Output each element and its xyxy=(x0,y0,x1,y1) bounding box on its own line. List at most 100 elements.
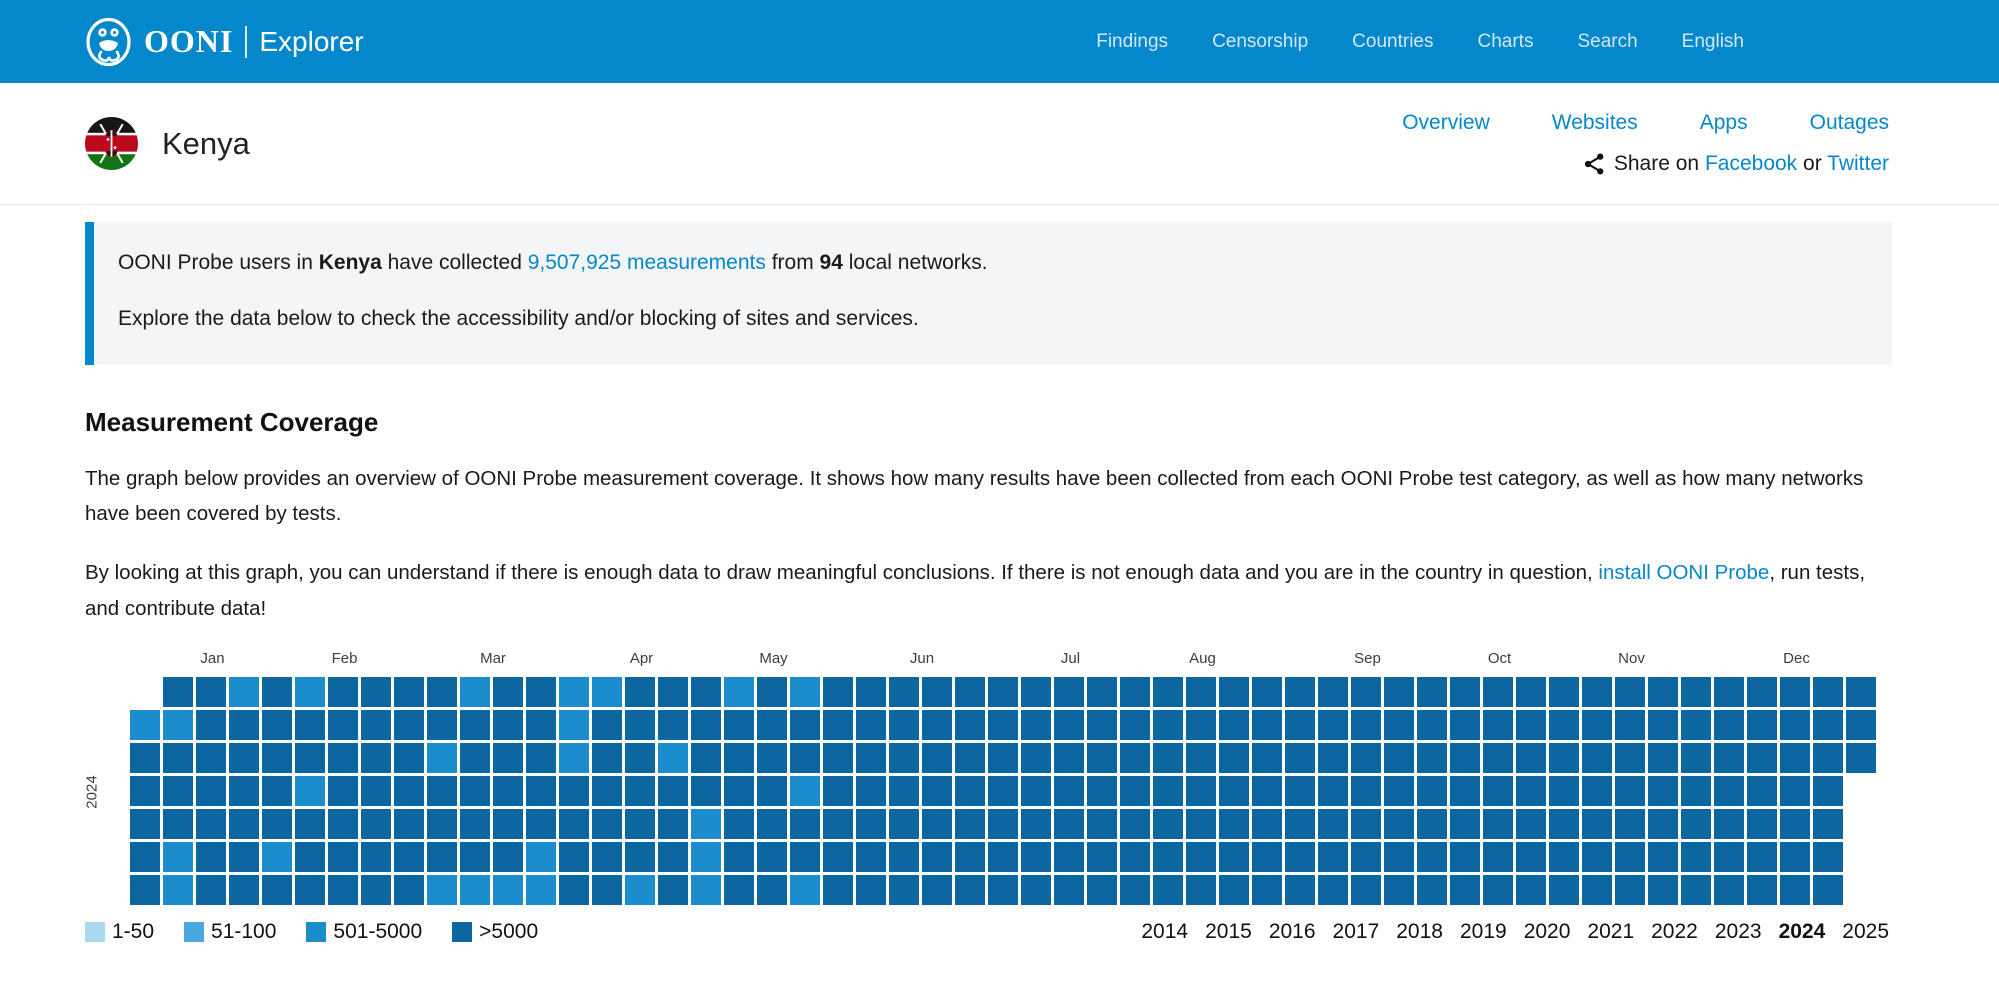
year-option-2020[interactable]: 2020 xyxy=(1524,920,1571,944)
text-link[interactable]: install OONI Probe xyxy=(1598,561,1769,584)
heatmap-day-cell xyxy=(1417,743,1447,773)
heatmap-day-cell xyxy=(1186,710,1216,740)
year-option-2014[interactable]: 2014 xyxy=(1141,920,1188,944)
heatmap-day-cell xyxy=(1252,677,1282,707)
heatmap-day-cell xyxy=(823,677,853,707)
heatmap-day-cell xyxy=(1714,776,1744,806)
heatmap-day-cell xyxy=(328,710,358,740)
heatmap-day-cell xyxy=(922,677,952,707)
year-option-2022[interactable]: 2022 xyxy=(1651,920,1698,944)
heatmap-day-cell xyxy=(1780,776,1810,806)
heatmap-day-cell xyxy=(1450,809,1480,839)
heatmap-day-cell xyxy=(1120,875,1150,905)
nav-item-charts[interactable]: Charts xyxy=(1478,31,1534,53)
text-link[interactable]: 9,507,925 measurements xyxy=(528,251,766,274)
heatmap-day-cell xyxy=(1615,875,1645,905)
tab-websites[interactable]: Websites xyxy=(1552,111,1638,135)
heatmap-day-cell xyxy=(922,776,952,806)
year-option-2023[interactable]: 2023 xyxy=(1715,920,1762,944)
heatmap-day-cell xyxy=(1087,743,1117,773)
chart-footer: 1-5051-100501-5000>5000 2014 2015 2016 2017… xyxy=(85,920,1889,944)
heatmap-day-cell xyxy=(658,677,688,707)
year-option-2021[interactable]: 2021 xyxy=(1587,920,1634,944)
nav-item-countries[interactable]: Countries xyxy=(1352,31,1433,53)
tab-apps[interactable]: Apps xyxy=(1700,111,1748,135)
month-label-dec: Dec xyxy=(1783,650,1810,667)
heatmap-day-cell xyxy=(1747,809,1777,839)
heatmap-day-cell xyxy=(823,776,853,806)
heatmap-day-cell xyxy=(1681,809,1711,839)
heatmap-day-cell xyxy=(1087,677,1117,707)
heatmap-day-cell xyxy=(427,677,457,707)
text-link[interactable]: Facebook xyxy=(1705,152,1797,175)
heatmap-day-cell xyxy=(856,776,886,806)
nav-links: Findings Censorship Countries Charts Search E… xyxy=(1096,31,1744,53)
year-option-2019[interactable]: 2019 xyxy=(1460,920,1507,944)
brand[interactable]: OONI Explorer xyxy=(85,17,364,67)
heatmap-day-cell xyxy=(856,710,886,740)
heatmap-grid: 2024 xyxy=(130,677,1876,908)
heatmap-day-cell xyxy=(1186,875,1216,905)
heatmap-day-cell xyxy=(262,710,292,740)
heatmap-day-cell xyxy=(592,743,622,773)
heatmap-day-cell xyxy=(1483,809,1513,839)
heatmap-day-cell xyxy=(1483,710,1513,740)
heatmap-day-cell xyxy=(262,809,292,839)
nav-item-censorship[interactable]: Censorship xyxy=(1212,31,1308,53)
text-link[interactable]: Twitter xyxy=(1827,152,1889,175)
heatmap-day-cell xyxy=(1120,809,1150,839)
heatmap-day-cell xyxy=(658,809,688,839)
heatmap-day-cell xyxy=(1813,809,1843,839)
heatmap-day-cell xyxy=(922,710,952,740)
heatmap-day-cell xyxy=(1384,875,1414,905)
heatmap-day-cell xyxy=(889,842,919,872)
nav-item-search[interactable]: Search xyxy=(1577,31,1637,53)
heatmap-day-cell xyxy=(1186,743,1216,773)
heatmap-day-cell xyxy=(1384,809,1414,839)
heatmap-day-cell xyxy=(1219,776,1249,806)
heatmap-day-cell xyxy=(1516,710,1546,740)
heatmap-day-cell xyxy=(1351,842,1381,872)
heatmap-day-cell xyxy=(658,842,688,872)
country-identity: Kenya xyxy=(85,117,250,170)
nav-item-findings[interactable]: Findings xyxy=(1096,31,1168,53)
page-title-country: Kenya xyxy=(162,126,250,162)
heatmap-day-cell xyxy=(691,809,721,839)
country-summary-box: OONI Probe users in Kenya have collected… xyxy=(85,222,1892,365)
year-option-2017[interactable]: 2017 xyxy=(1333,920,1380,944)
heatmap-day-cell xyxy=(1450,776,1480,806)
heatmap-day-cell xyxy=(295,875,325,905)
heatmap-day-cell xyxy=(1516,776,1546,806)
heatmap-day-cell xyxy=(856,875,886,905)
heatmap-day-cell xyxy=(1747,776,1777,806)
heatmap-day-cell xyxy=(856,677,886,707)
heatmap-day-cell xyxy=(658,776,688,806)
heatmap-day-cell xyxy=(1549,710,1579,740)
heatmap-day-cell xyxy=(1780,842,1810,872)
heatmap-day-cell xyxy=(328,842,358,872)
tab-overview[interactable]: Overview xyxy=(1402,111,1490,135)
heatmap-day-cell xyxy=(592,776,622,806)
heatmap-day-cell xyxy=(790,743,820,773)
tab-outages[interactable]: Outages xyxy=(1810,111,1889,135)
nav-item-english[interactable]: English xyxy=(1682,31,1744,53)
year-option-2025[interactable]: 2025 xyxy=(1842,920,1889,944)
heatmap-day-cell xyxy=(1087,776,1117,806)
heatmap-legend: 1-5051-100501-5000>5000 xyxy=(85,920,538,944)
legend-item: 1-50 xyxy=(85,920,154,944)
year-option-2016[interactable]: 2016 xyxy=(1269,920,1316,944)
heatmap-day-cell xyxy=(1318,842,1348,872)
heatmap-day-cell xyxy=(1252,842,1282,872)
heatmap-day-cell xyxy=(1153,842,1183,872)
heatmap-day-cell xyxy=(790,677,820,707)
heatmap-day-cell xyxy=(1252,710,1282,740)
heatmap-day-cell xyxy=(889,677,919,707)
heatmap-day-cell xyxy=(625,809,655,839)
heatmap-day-cell xyxy=(1648,842,1678,872)
heatmap-day-cell xyxy=(1450,710,1480,740)
heatmap-day-cell xyxy=(394,743,424,773)
year-option-2018[interactable]: 2018 xyxy=(1396,920,1443,944)
year-option-2024[interactable]: 2024 xyxy=(1779,920,1826,944)
year-option-2015[interactable]: 2015 xyxy=(1205,920,1252,944)
heatmap-day-cell xyxy=(592,809,622,839)
